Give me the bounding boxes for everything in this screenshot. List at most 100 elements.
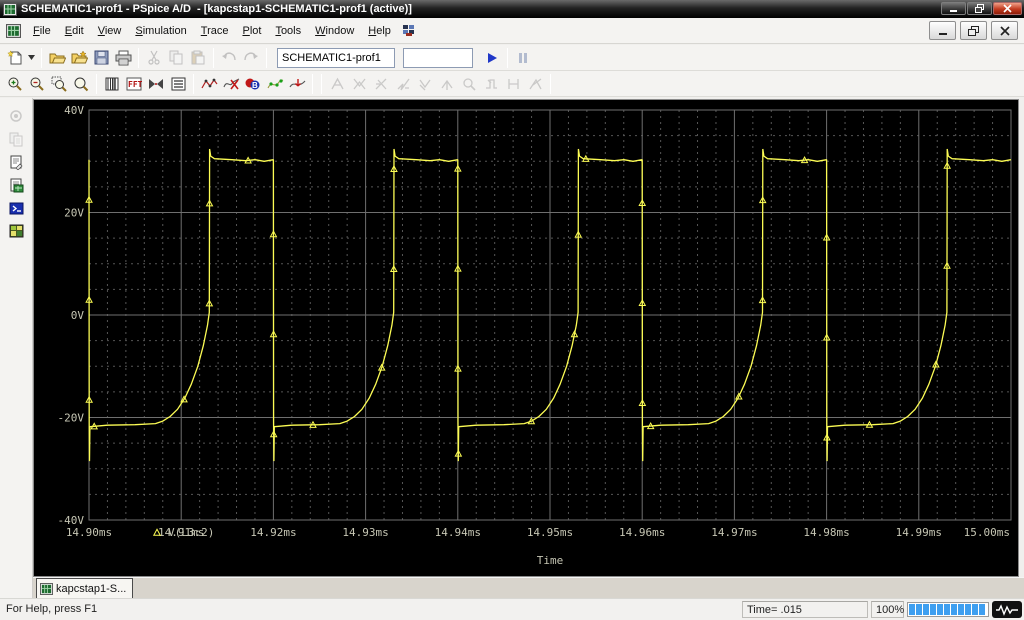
- separator: [41, 47, 42, 68]
- menu-edit[interactable]: Edit: [58, 22, 91, 40]
- zoom-out-button[interactable]: [26, 73, 48, 95]
- cursor-next-transition-button[interactable]: [480, 73, 502, 95]
- copy-button[interactable]: [165, 47, 187, 69]
- performance-button[interactable]: [145, 73, 167, 95]
- menu-plot[interactable]: Plot: [235, 22, 268, 40]
- cursor-toggle-button[interactable]: [326, 73, 348, 95]
- simulation-profile-input[interactable]: [277, 47, 395, 68]
- separator: [321, 73, 322, 94]
- redo-icon: [244, 52, 258, 60]
- minimize-icon: [950, 10, 957, 12]
- current-marker-button[interactable]: [286, 73, 308, 95]
- paste-button[interactable]: [187, 47, 209, 69]
- zoom-area-button[interactable]: [48, 73, 70, 95]
- cursor-slope-button[interactable]: [392, 73, 414, 95]
- mdi-minimize-button[interactable]: [929, 21, 956, 40]
- voltage-marker-button[interactable]: [264, 73, 286, 95]
- text-list-button[interactable]: [167, 73, 189, 95]
- zoom-fit-icon: [74, 77, 89, 91]
- zoom-in-button[interactable]: [4, 73, 26, 95]
- menu-trace[interactable]: Trace: [194, 22, 236, 40]
- menu-view[interactable]: View: [91, 22, 129, 40]
- view-output-file-button[interactable]: [4, 152, 28, 172]
- command-window-button[interactable]: [4, 198, 28, 218]
- pause-button[interactable]: [512, 47, 534, 69]
- log-x-button[interactable]: [101, 73, 123, 95]
- ab-plot-button[interactable]: B: [242, 73, 264, 95]
- queue-icon: [10, 110, 22, 122]
- cursor-peak-button[interactable]: [348, 73, 370, 95]
- new-simulation-button[interactable]: [4, 47, 26, 69]
- mdi-close-button[interactable]: [991, 21, 1018, 40]
- dropdown-arrow-icon: [28, 55, 35, 60]
- new-dropdown-button[interactable]: [26, 47, 37, 69]
- cursor-toggle-icon: [330, 77, 344, 89]
- cursor-label-icon: [528, 77, 542, 89]
- current-marker-icon: [289, 78, 305, 87]
- cursor-min-button[interactable]: [414, 73, 436, 95]
- print-button[interactable]: [112, 47, 134, 69]
- trace-expression-input[interactable]: [403, 47, 473, 68]
- cursor-search-button[interactable]: [458, 73, 480, 95]
- cursor-eval-button[interactable]: [502, 73, 524, 95]
- waveform-plot[interactable]: 40V20V0V-20V-40V14.90ms 14.91ms 14.92ms 14.…: [34, 100, 1018, 576]
- separator: [213, 47, 214, 68]
- fft-button[interactable]: FFT: [123, 73, 145, 95]
- separator: [312, 73, 313, 94]
- cursor-trough-button[interactable]: [370, 73, 392, 95]
- status-grid-icon[interactable]: [402, 24, 416, 37]
- delete-trace-button[interactable]: [220, 73, 242, 95]
- cut-button[interactable]: [143, 47, 165, 69]
- cursor-eval-icon: [507, 78, 519, 89]
- separator: [193, 73, 194, 94]
- cursor-label-button[interactable]: [524, 73, 546, 95]
- svg-text:14.93ms: 14.93ms: [342, 526, 388, 539]
- svg-text:-20V: -20V: [58, 412, 85, 425]
- open-button[interactable]: [46, 47, 68, 69]
- svg-text:Time: Time: [537, 554, 564, 567]
- menu-simulation[interactable]: Simulation: [128, 22, 193, 40]
- mark-data-points-icon: [200, 78, 217, 88]
- save-button[interactable]: [90, 47, 112, 69]
- close-button[interactable]: [993, 2, 1022, 15]
- title-bar: SCHEMATIC1-prof1 - PSpice A/D - [kapcsta…: [0, 0, 1024, 18]
- fft-icon: FFT: [126, 77, 142, 90]
- menu-file[interactable]: File: [26, 22, 58, 40]
- menu-window[interactable]: Window: [308, 22, 361, 40]
- view-circuit-file-button[interactable]: [4, 175, 28, 195]
- waveform-plot-panel[interactable]: 40V 20V 0V -20V -40V 14.90ms 14.91ms 14.92ms 14.…: [33, 99, 1019, 577]
- mdi-restore-button[interactable]: [960, 21, 987, 40]
- run-icon: [488, 52, 497, 63]
- log-x-icon: [105, 77, 119, 90]
- zoom-fit-button[interactable]: [70, 73, 92, 95]
- svg-text:14.92ms: 14.92ms: [250, 526, 296, 539]
- restore-button[interactable]: [967, 2, 992, 15]
- menu-help[interactable]: Help: [361, 22, 398, 40]
- copy-run-button[interactable]: [4, 129, 28, 149]
- separator: [138, 47, 139, 68]
- menu-tools[interactable]: Tools: [268, 22, 308, 40]
- mdi-close-icon: [999, 25, 1010, 36]
- svg-text:14.95ms: 14.95ms: [527, 526, 573, 539]
- progress-bar: [907, 602, 989, 617]
- undo-button[interactable]: [218, 47, 240, 69]
- cursor-max-button[interactable]: [436, 73, 458, 95]
- open-recent-icon: [71, 49, 88, 63]
- view-results-button[interactable]: [4, 221, 28, 241]
- paste-icon: [191, 50, 204, 65]
- queue-button[interactable]: [4, 106, 28, 126]
- tab-kapcstap1[interactable]: kapcstap1-S...: [36, 578, 134, 598]
- run-button[interactable]: [481, 47, 503, 69]
- open-recent-button[interactable]: [68, 47, 90, 69]
- svg-text:14.99ms: 14.99ms: [896, 526, 942, 539]
- document-icon[interactable]: [6, 23, 21, 38]
- document-tab-icon: [40, 582, 53, 595]
- save-icon: [94, 50, 108, 65]
- redo-button[interactable]: [240, 47, 262, 69]
- mark-data-points-button[interactable]: [198, 73, 220, 95]
- separator: [96, 73, 97, 94]
- copy-run-icon: [9, 132, 22, 146]
- minimize-button[interactable]: [941, 2, 966, 15]
- pspice-window: { "window": { "title": "SCHEMATIC1-prof1…: [0, 0, 1024, 620]
- cursor-slope-icon: [397, 78, 410, 90]
